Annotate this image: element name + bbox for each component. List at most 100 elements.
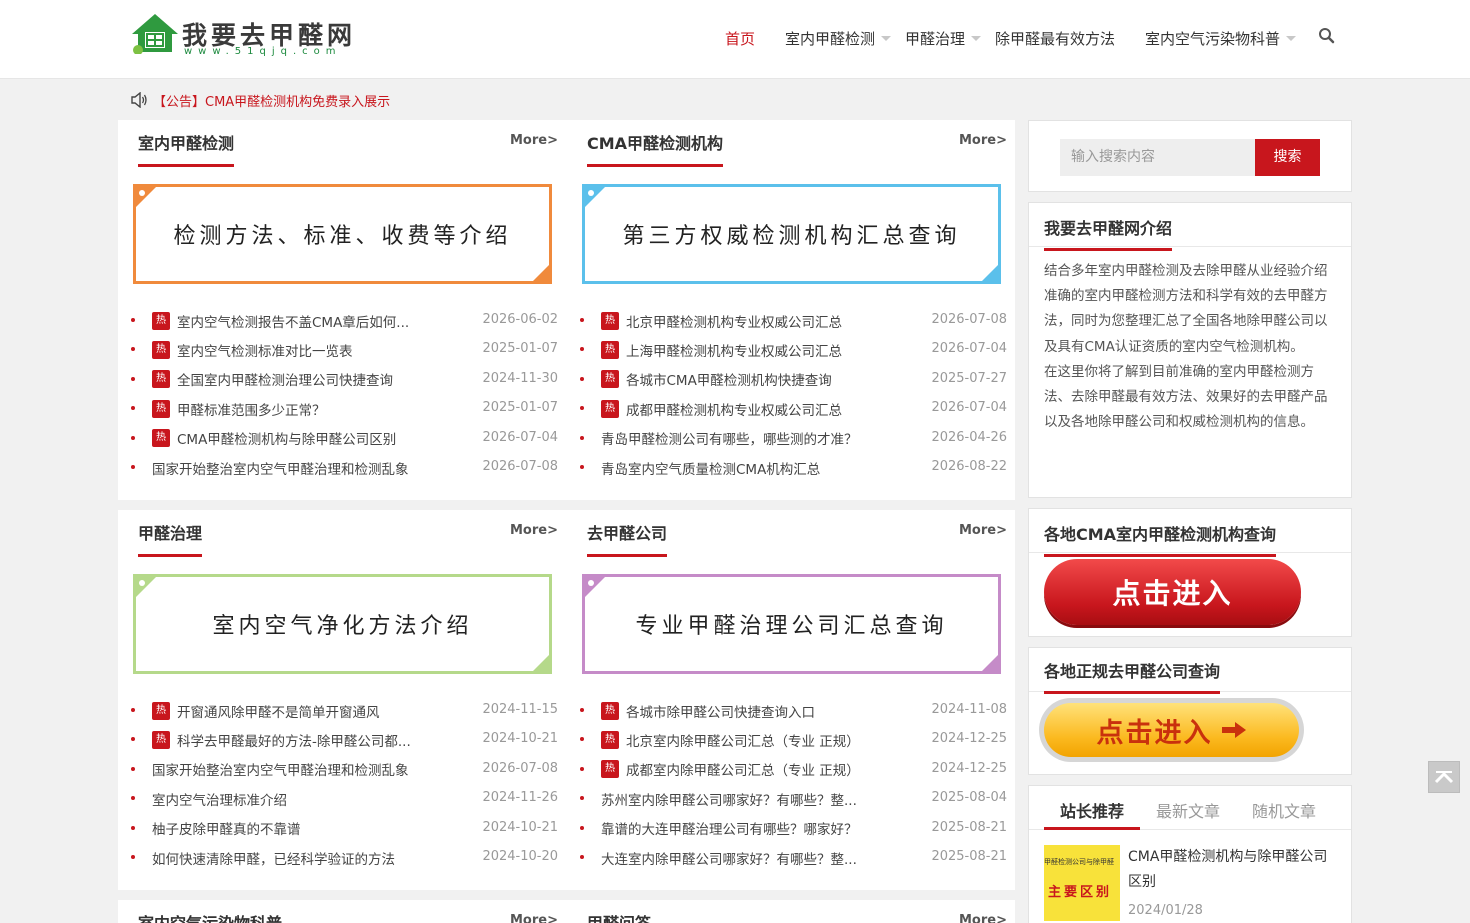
bullet-dot (131, 825, 135, 830)
article-title[interactable]: 甲醛标准范围多少正常？ (177, 399, 326, 419)
tab-latest[interactable]: 最新文章 (1140, 786, 1236, 830)
article-title[interactable]: 各城市除甲醛公司快捷查询入口 (626, 701, 815, 721)
banner-dot (139, 190, 145, 196)
article-title[interactable]: 上海甲醛检测机构专业权威公司汇总 (626, 340, 842, 360)
list-item[interactable]: 国家开始整治室内空气甲醛治理和检测乱象 2026-07-08 (131, 453, 558, 482)
article-title[interactable]: 室内空气检测报告不盖CMA章后如何... (177, 311, 409, 331)
article-date: 2026-04-26 (931, 429, 1007, 445)
list-item[interactable]: 大连室内除甲醛公司哪家好？有哪些？整... 2025-08-21 (580, 843, 1007, 872)
list-item[interactable]: 青岛甲醛检测公司有哪些，哪些测的才准？ 2026-04-26 (580, 424, 1007, 453)
article-title[interactable]: 国家开始整治室内空气甲醛治理和检测乱象 (152, 759, 409, 779)
article-title[interactable]: 北京甲醛检测机构专业权威公司汇总 (626, 311, 842, 331)
banner-dot (588, 580, 594, 586)
company-enter-button[interactable]: 点击进入 (1039, 698, 1304, 762)
list-item[interactable]: 热全国室内甲醛检测治理公司快捷查询 2024-11-30 (131, 365, 558, 394)
section-banner[interactable]: 室内空气净化方法介绍 (133, 574, 552, 674)
list-item[interactable]: 热各城市除甲醛公司快捷查询入口 2024-11-08 (580, 696, 1007, 725)
list-item[interactable]: 苏州室内除甲醛公司哪家好？有哪些？整... 2025-08-04 (580, 784, 1007, 813)
article-title[interactable]: 苏州室内除甲醛公司哪家好？有哪些？整... (601, 789, 857, 809)
section-header: 室内空气污染物科普 More> (138, 900, 558, 923)
list-item[interactable]: 热室内空气检测报告不盖CMA章后如何... 2026-06-02 (131, 306, 558, 335)
article-title[interactable]: 成都甲醛检测机构专业权威公司汇总 (626, 399, 842, 419)
article-title[interactable]: 全国室内甲醛检测治理公司快捷查询 (177, 369, 393, 389)
more-link[interactable]: More> (959, 133, 1007, 148)
section-banner[interactable]: 专业甲醛治理公司汇总查询 (582, 574, 1001, 674)
list-item[interactable]: 热上海甲醛检测机构专业权威公司汇总 2026-07-04 (580, 335, 1007, 364)
nav-label: 除甲醛最有效方法 (995, 29, 1116, 48)
nav-label: 室内空气污染物科普 (1145, 29, 1281, 48)
article-list: 热各城市除甲醛公司快捷查询入口 2024-11-08 热北京室内除甲醛公司汇总（专业… (580, 696, 1007, 872)
more-link[interactable]: More> (959, 913, 1007, 923)
banner-corner (133, 184, 159, 210)
cma-query-widget: 各地CMA室内甲醛检测机构查询 点击进入 (1028, 508, 1352, 637)
chevron-down-icon (881, 35, 892, 41)
article-title[interactable]: 科学去甲醛最好的方法-除甲醛公司都... (177, 730, 411, 750)
article-title[interactable]: CMA甲醛检测机构与除甲醛公司区别 (177, 428, 396, 448)
bullet-dot (131, 766, 135, 771)
nav-best-methods[interactable]: 除甲醛最有效方法 (995, 28, 1145, 49)
article-title[interactable]: 室内空气检测标准对比一览表 (177, 340, 353, 360)
list-item[interactable]: 青岛室内空气质量检测CMA机构汇总 2026-08-22 (580, 453, 1007, 482)
content-section: 室内空气污染物科普 More> (138, 900, 558, 923)
article-title[interactable]: 青岛室内空气质量检测CMA机构汇总 (601, 458, 820, 478)
section-title: 室内甲醛检测 (138, 130, 235, 167)
announcement-bar[interactable]: 【公告】CMA甲醛检测机构免费录入展示 (130, 90, 390, 110)
article-title[interactable]: 青岛甲醛检测公司有哪些，哪些测的才准？ (601, 428, 858, 448)
section-header: CMA甲醛检测机构 More> (587, 120, 1007, 167)
list-item[interactable]: 国家开始整治室内空气甲醛治理和检测乱象 2026-07-08 (131, 755, 558, 784)
chevron-up-icon (1434, 771, 1454, 784)
article-title[interactable]: 国家开始整治室内空气甲醛治理和检测乱象 (152, 458, 409, 478)
search-input[interactable]: 输入搜索内容 (1060, 139, 1256, 176)
more-link[interactable]: More> (959, 523, 1007, 538)
article-title[interactable]: 大连室内除甲醛公司哪家好？有哪些？整... (601, 848, 857, 868)
list-item[interactable]: 热室内空气检测标准对比一览表 2025-01-07 (131, 335, 558, 364)
recommend-title[interactable]: CMA甲醛检测机构与除甲醛公司区别 (1128, 845, 1338, 895)
list-item[interactable]: 热科学去甲醛最好的方法-除甲醛公司都... 2024-10-21 (131, 725, 558, 754)
article-title[interactable]: 靠谱的大连甲醛治理公司有哪些？哪家好？ (601, 818, 858, 838)
search-icon[interactable] (1318, 27, 1336, 45)
site-logo[interactable]: 我要去甲醛网 www.51qjq.com (130, 12, 352, 62)
article-title[interactable]: 柚子皮除甲醛真的不靠谱 (152, 818, 301, 838)
list-item[interactable]: 热甲醛标准范围多少正常？ 2025-01-07 (131, 394, 558, 423)
article-title[interactable]: 各城市CMA甲醛检测机构快捷查询 (626, 369, 832, 389)
banner-corner (979, 652, 1001, 674)
banner-text: 检测方法、标准、收费等介绍 (173, 224, 512, 249)
more-link[interactable]: More> (510, 913, 558, 923)
bullet-dot (580, 766, 584, 771)
recommend-thumbnail[interactable]: 甲醛检测公司与除甲醛 主要区别 (1044, 845, 1120, 921)
tab-recommended[interactable]: 站长推荐 (1044, 786, 1140, 830)
article-title[interactable]: 如何快速清除甲醛，已经科学验证的方法 (152, 848, 395, 868)
sidebar-search-widget: 输入搜索内容 搜索 (1028, 120, 1352, 192)
article-title[interactable]: 北京室内除甲醛公司汇总（专业 正规） (626, 730, 860, 750)
more-link[interactable]: More> (510, 133, 558, 148)
article-title[interactable]: 室内空气治理标准介绍 (152, 789, 287, 809)
article-title[interactable]: 开窗通风除甲醛不是简单开窗通风 (177, 701, 380, 721)
article-title[interactable]: 成都室内除甲醛公司汇总（专业 正规） (626, 759, 860, 779)
section-banner[interactable]: 第三方权威检测机构汇总查询 (582, 184, 1001, 284)
intro-text: 结合多年室内甲醛检测及去除甲醛从业经验介绍准确的室内甲醛检测方法和科学有效的去甲… (1044, 259, 1334, 435)
list-item[interactable]: 热北京室内除甲醛公司汇总（专业 正规） 2024-12-25 (580, 725, 1007, 754)
search-button[interactable]: 搜索 (1255, 139, 1320, 176)
content-section: 室内甲醛检测 More> 检测方法、标准、收费等介绍热室内空气检测报告不盖CMA章后… (131, 120, 558, 490)
list-item[interactable]: 靠谱的大连甲醛治理公司有哪些？哪家好？ 2025-08-21 (580, 814, 1007, 843)
nav-pollutant-science[interactable]: 室内空气污染物科普 (1145, 28, 1297, 49)
list-item[interactable]: 热各城市CMA甲醛检测机构快捷查询 2025-07-27 (580, 365, 1007, 394)
list-item[interactable]: 室内空气治理标准介绍 2024-11-26 (131, 784, 558, 813)
section-banner[interactable]: 检测方法、标准、收费等介绍 (133, 184, 552, 284)
list-item[interactable]: 如何快速清除甲醛，已经科学验证的方法 2024-10-20 (131, 843, 558, 872)
article-date: 2026-07-04 (931, 400, 1007, 416)
list-item[interactable]: 热开窗通风除甲醛不是简单开窗通风 2024-11-15 (131, 696, 558, 725)
list-item[interactable]: 热 CMA甲醛检测机构与除甲醛公司区别 2026-07-04 (131, 424, 558, 453)
list-item[interactable]: 热成都甲醛检测机构专业权威公司汇总 2026-07-04 (580, 394, 1007, 423)
tab-random[interactable]: 随机文章 (1236, 786, 1332, 830)
nav-formaldehyde-test[interactable]: 室内甲醛检测 (785, 28, 905, 49)
list-item[interactable]: 热成都室内除甲醛公司汇总（专业 正规） 2024-12-25 (580, 755, 1007, 784)
nav-formaldehyde-treatment[interactable]: 甲醛治理 (905, 28, 995, 49)
article-date: 2024-11-15 (482, 702, 558, 717)
cma-enter-button[interactable]: 点击进入 (1044, 559, 1301, 625)
nav-home[interactable]: 首页 (725, 28, 785, 49)
more-link[interactable]: More> (510, 523, 558, 538)
back-to-top-button[interactable] (1428, 761, 1460, 793)
list-item[interactable]: 柚子皮除甲醛真的不靠谱 2024-10-21 (131, 814, 558, 843)
list-item[interactable]: 热北京甲醛检测机构专业权威公司汇总 2026-07-08 (580, 306, 1007, 335)
